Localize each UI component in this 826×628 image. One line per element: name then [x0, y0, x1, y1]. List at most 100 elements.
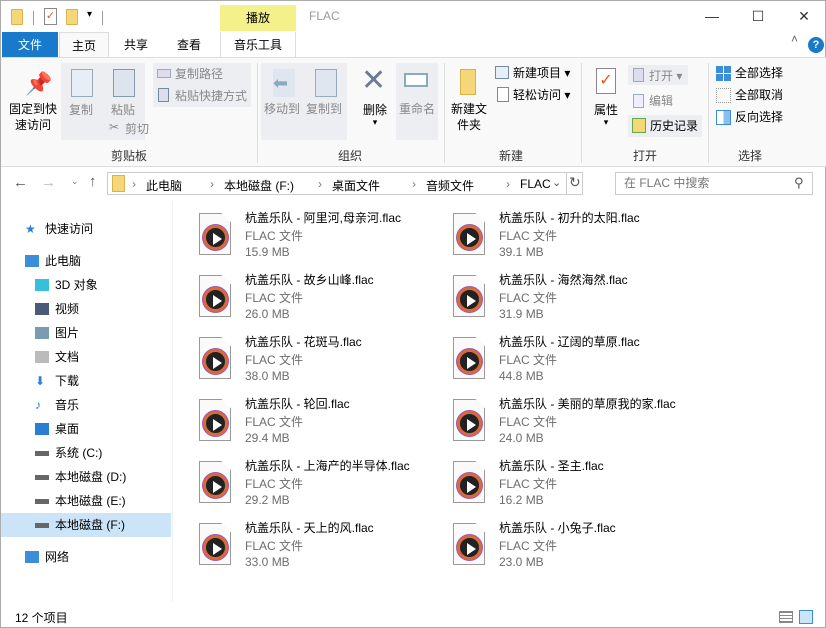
- pin-quick-access-button[interactable]: 固定到快速访问: [7, 101, 59, 133]
- history-icon: [632, 118, 646, 133]
- group-label: 剪贴板: [111, 147, 147, 164]
- file-item[interactable]: 杭盖乐队 - 小兔子.flacFLAC 文件23.0 MB: [445, 519, 695, 579]
- file-item[interactable]: 杭盖乐队 - 天上的风.flacFLAC 文件33.0 MB: [191, 519, 441, 579]
- rename-button[interactable]: 重命名: [397, 101, 437, 117]
- context-tab-play: 播放: [220, 5, 296, 31]
- select-none-button[interactable]: 全部取消: [735, 87, 783, 103]
- edit-button[interactable]: 编辑: [649, 93, 673, 109]
- nav-item[interactable]: 本地磁盘 (F:): [1, 513, 171, 537]
- select-none-icon: [716, 88, 731, 103]
- paste-button[interactable]: 粘贴: [107, 102, 139, 118]
- group-label: 新建: [499, 147, 523, 164]
- tab-share[interactable]: 共享: [111, 32, 161, 58]
- refresh-icon[interactable]: ↻: [569, 174, 581, 191]
- nav-item[interactable]: 此电脑: [1, 249, 171, 273]
- back-button[interactable]: ←: [13, 174, 28, 191]
- nav-item[interactable]: 图片: [1, 321, 171, 345]
- drive-icon: [35, 499, 49, 504]
- cube-icon: [35, 279, 49, 291]
- help-icon[interactable]: ?: [808, 37, 824, 53]
- file-item[interactable]: 杭盖乐队 - 阿里河,母亲河.flacFLAC 文件15.9 MB: [191, 209, 441, 269]
- breadcrumb-item[interactable]: 桌面文件: [332, 177, 380, 194]
- file-item[interactable]: 杭盖乐队 - 花斑马.flacFLAC 文件38.0 MB: [191, 333, 441, 393]
- tab-file[interactable]: 文件: [2, 32, 58, 58]
- forward-button[interactable]: →: [41, 174, 56, 191]
- recent-locations-button[interactable]: ⌄: [71, 176, 79, 187]
- up-button[interactable]: ↑: [89, 173, 97, 190]
- file-name: 杭盖乐队 - 花斑马.flac: [245, 333, 362, 350]
- nav-item[interactable]: 视频: [1, 297, 171, 321]
- video-icon: [35, 303, 49, 315]
- file-item[interactable]: 杭盖乐队 - 圣主.flacFLAC 文件16.2 MB: [445, 457, 695, 517]
- copy-path-button[interactable]: 复制路径: [175, 66, 223, 82]
- large-icons-view-icon[interactable]: [799, 610, 813, 624]
- easy-access-button[interactable]: 轻松访问 ▾: [513, 87, 570, 103]
- breadcrumb-item[interactable]: 本地磁盘 (F:): [224, 177, 294, 194]
- status-item-count: 12 个项目: [15, 609, 68, 626]
- move-to-button[interactable]: 移动到: [262, 101, 302, 117]
- maximize-button[interactable]: ☐: [735, 1, 781, 31]
- address-dropdown-icon[interactable]: ⌄: [552, 176, 561, 189]
- select-all-button[interactable]: 全部选择: [735, 65, 783, 81]
- cut-button[interactable]: 剪切: [125, 121, 149, 137]
- nav-item[interactable]: 文档: [1, 345, 171, 369]
- breadcrumb-item[interactable]: 此电脑: [146, 177, 182, 194]
- tab-home[interactable]: 主页: [59, 32, 109, 59]
- copy-to-button[interactable]: 复制到: [304, 101, 344, 117]
- nav-item[interactable]: ⬇下载: [1, 369, 171, 393]
- chevron-right-icon[interactable]: ›: [210, 177, 214, 191]
- file-item[interactable]: 杭盖乐队 - 初升的太阳.flacFLAC 文件39.1 MB: [445, 209, 695, 269]
- nav-item[interactable]: 本地磁盘 (E:): [1, 489, 171, 513]
- file-type: FLAC 文件: [499, 289, 557, 306]
- file-item[interactable]: 杭盖乐队 - 美丽的草原我的家.flacFLAC 文件24.0 MB: [445, 395, 695, 455]
- properties-qat-icon[interactable]: ✓: [44, 8, 57, 25]
- collapse-ribbon-icon[interactable]: ˄: [791, 32, 798, 46]
- nav-item-label: 网络: [45, 545, 69, 569]
- tab-music-tools[interactable]: 音乐工具: [220, 32, 296, 58]
- breadcrumb: › 此电脑 › 本地磁盘 (F:) › 桌面文件 › 音频文件 › FLAC: [132, 173, 552, 194]
- details-view-icon[interactable]: [779, 611, 793, 623]
- new-folder-button[interactable]: 新建文件夹: [449, 101, 489, 133]
- new-item-button[interactable]: 新建项目 ▾: [513, 65, 570, 81]
- window-title: FLAC: [309, 9, 340, 23]
- document-icon: [35, 351, 49, 363]
- group-label: 打开: [633, 147, 657, 164]
- copy-button[interactable]: 复制: [65, 102, 97, 118]
- chevron-right-icon[interactable]: ›: [506, 177, 510, 191]
- chevron-right-icon[interactable]: ›: [132, 177, 136, 191]
- close-button[interactable]: ✕: [781, 1, 826, 31]
- file-item[interactable]: 杭盖乐队 - 轮回.flacFLAC 文件29.4 MB: [191, 395, 441, 455]
- drive-icon: [35, 451, 49, 456]
- tab-view[interactable]: 查看: [164, 32, 214, 58]
- nav-item[interactable]: ★快速访问: [1, 217, 171, 241]
- paste-shortcut-button[interactable]: 粘贴快捷方式: [175, 88, 247, 104]
- nav-item[interactable]: 3D 对象: [1, 273, 171, 297]
- file-size: 29.2 MB: [245, 493, 290, 507]
- file-item[interactable]: 杭盖乐队 - 上海产的半导体.flacFLAC 文件29.2 MB: [191, 457, 441, 517]
- new-folder-qat-icon[interactable]: [66, 9, 78, 25]
- nav-item[interactable]: 系统 (C:): [1, 441, 171, 465]
- folder-icon[interactable]: [11, 9, 23, 25]
- play-icon: [203, 225, 228, 250]
- address-bar[interactable]: › 此电脑 › 本地磁盘 (F:) › 桌面文件 › 音频文件 › FLAC ⌄ ↻: [107, 172, 583, 195]
- nav-item[interactable]: 网络: [1, 545, 171, 569]
- nav-item-label: 本地磁盘 (F:): [55, 513, 125, 537]
- nav-item[interactable]: ♪音乐: [1, 393, 171, 417]
- nav-item[interactable]: 桌面: [1, 417, 171, 441]
- chevron-right-icon[interactable]: ›: [318, 177, 322, 191]
- invert-selection-button[interactable]: 反向选择: [735, 109, 783, 125]
- search-input[interactable]: 在 FLAC 中搜索: [615, 172, 813, 195]
- history-button[interactable]: 历史记录: [650, 118, 698, 134]
- chevron-right-icon[interactable]: ›: [412, 177, 416, 191]
- breadcrumb-item[interactable]: FLAC: [520, 177, 551, 191]
- file-item[interactable]: 杭盖乐队 - 海然海然.flacFLAC 文件31.9 MB: [445, 271, 695, 331]
- file-item[interactable]: 杭盖乐队 - 辽阔的草原.flacFLAC 文件44.8 MB: [445, 333, 695, 393]
- nav-item-label: 系统 (C:): [55, 441, 102, 465]
- customize-qat-icon[interactable]: ▾: [87, 9, 92, 20]
- minimize-button[interactable]: —: [689, 1, 735, 31]
- divider: [102, 11, 103, 25]
- nav-item[interactable]: 本地磁盘 (D:): [1, 465, 171, 489]
- breadcrumb-item[interactable]: 音频文件: [426, 177, 474, 194]
- open-button[interactable]: 打开 ▾: [649, 68, 682, 84]
- file-item[interactable]: 杭盖乐队 - 故乡山峰.flacFLAC 文件26.0 MB: [191, 271, 441, 331]
